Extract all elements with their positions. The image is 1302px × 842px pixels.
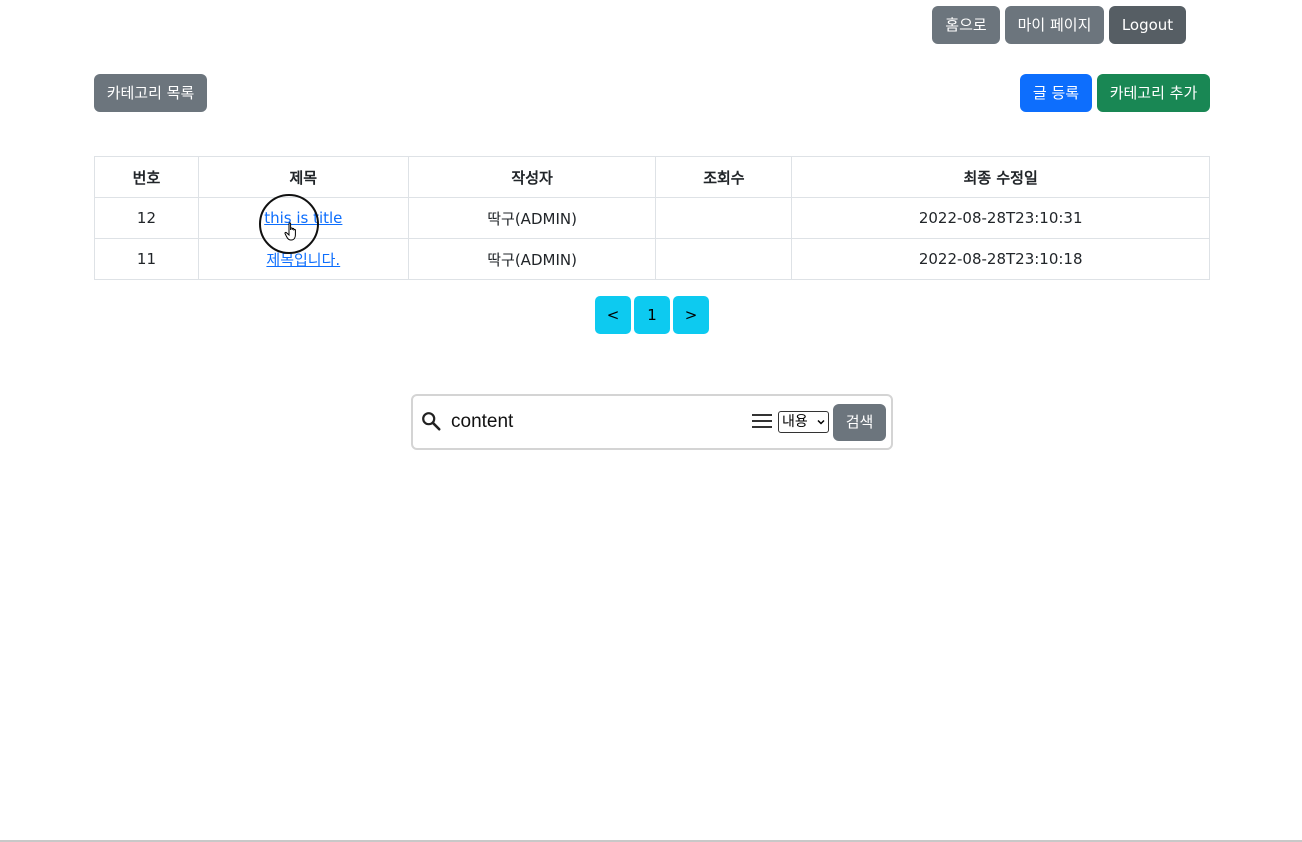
column-header-views: 조회수	[655, 156, 793, 198]
column-header-modified: 최종 수정일	[791, 156, 1210, 198]
cell-title: this is title	[197, 197, 409, 239]
search-bar: 내용 검색	[411, 394, 893, 450]
cell-number: 12	[94, 197, 199, 239]
column-header-author: 작성자	[407, 156, 657, 198]
post-table: 번호 제목 작성자 조회수 최종 수정일 12 this is title 딱구…	[94, 156, 1210, 280]
search-icon	[422, 412, 441, 431]
board-page: 홈으로 마이 페이지 Logout 카테고리 목록 글 등록 카테고리 추가 번…	[0, 0, 1302, 842]
post-title-link[interactable]: 제목입니다.	[266, 251, 340, 269]
cell-title: 제목입니다.	[197, 238, 409, 280]
add-category-button[interactable]: 카테고리 추가	[1097, 74, 1210, 112]
search-input[interactable]	[449, 406, 739, 438]
table-row: 12 this is title 딱구(ADMIN) 2022-08-28T23…	[94, 197, 1210, 239]
home-button[interactable]: 홈으로	[932, 6, 1000, 44]
table-row: 11 제목입니다. 딱구(ADMIN) 2022-08-28T23:10:18	[94, 238, 1210, 280]
cell-author: 딱구(ADMIN)	[407, 238, 657, 280]
category-list-button[interactable]: 카테고리 목록	[94, 74, 207, 112]
search-button[interactable]: 검색	[833, 404, 886, 441]
column-header-number: 번호	[94, 156, 199, 198]
cell-number: 11	[94, 238, 199, 280]
search-type-selected: 내용	[782, 414, 808, 430]
post-title-link[interactable]: this is title	[264, 209, 342, 227]
cell-author: 딱구(ADMIN)	[407, 197, 657, 239]
cell-views	[655, 238, 793, 280]
pagination-page-button[interactable]: 1	[634, 296, 670, 334]
mypage-button[interactable]: 마이 페이지	[1005, 6, 1104, 44]
chevron-down-icon	[817, 419, 825, 425]
column-header-title: 제목	[197, 156, 409, 198]
cell-modified: 2022-08-28T23:10:18	[791, 238, 1210, 280]
search-type-select[interactable]: 내용	[778, 411, 829, 433]
menu-icon[interactable]	[752, 413, 772, 429]
write-post-button[interactable]: 글 등록	[1020, 74, 1092, 112]
pagination-prev-button[interactable]: <	[595, 296, 631, 334]
pagination-next-button[interactable]: >	[673, 296, 709, 334]
cell-modified: 2022-08-28T23:10:31	[791, 197, 1210, 239]
logout-button[interactable]: Logout	[1109, 6, 1186, 44]
table-header-row: 번호 제목 작성자 조회수 최종 수정일	[94, 156, 1210, 198]
cell-views	[655, 197, 793, 239]
